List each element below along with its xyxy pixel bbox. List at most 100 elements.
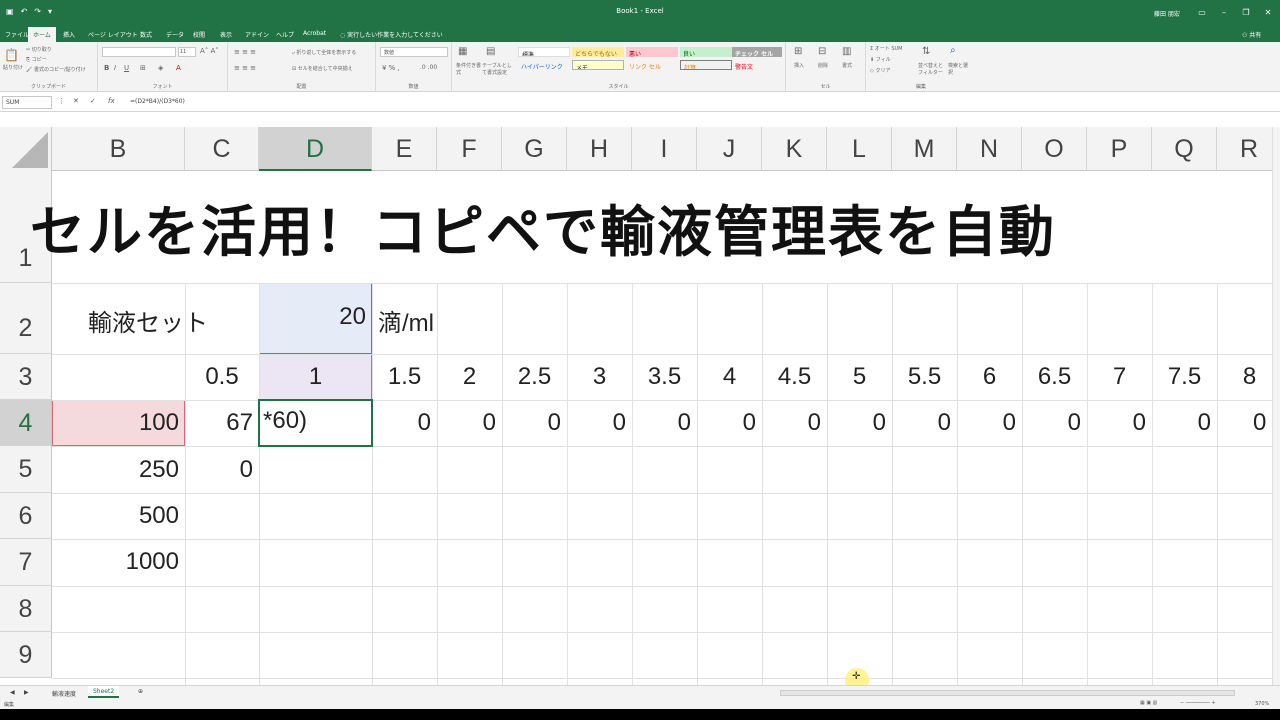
tab-formulas[interactable]: 数式 [140, 30, 152, 39]
conditional-format-button[interactable]: 条件付き書式 [456, 62, 482, 76]
decimal-icon[interactable]: .0 .00 [420, 64, 437, 71]
cell-row4[interactable]: 0 [957, 409, 1022, 437]
cell-row4[interactable]: 0 [567, 409, 632, 437]
cell-row4[interactable]: 0 [1253, 409, 1266, 437]
sheet-nav-prev-icon[interactable]: ◀ [10, 689, 15, 696]
cell-row4[interactable]: 0 [697, 409, 762, 437]
copy-button[interactable]: ⎘ コピー [26, 56, 47, 63]
clear-button[interactable]: ◇ クリア [870, 67, 890, 74]
cell-row3[interactable]: 7.5 [1152, 363, 1217, 391]
format-cells-button[interactable]: 書式 [842, 62, 852, 69]
wrap-text-button[interactable]: ⤶ 折り返して全体を表示する [292, 49, 356, 56]
underline-button[interactable]: U [124, 64, 129, 72]
format-table-icon[interactable]: ▤ [486, 46, 495, 57]
cell-row3[interactable]: 6 [957, 363, 1022, 391]
insert-cells-icon[interactable]: ⊞ [794, 46, 802, 57]
style-hyperlink[interactable]: ハイパーリンク [518, 60, 570, 70]
style-good[interactable]: 良い [680, 47, 732, 57]
cut-button[interactable]: ✂ 切り取り [26, 46, 52, 53]
borders-icon[interactable]: ⊞ [140, 64, 146, 72]
delete-cells-button[interactable]: 削除 [818, 62, 828, 69]
paste-icon[interactable]: 📋 [4, 48, 19, 62]
cell-row3[interactable]: 1.5 [372, 363, 437, 391]
italic-button[interactable]: I [114, 64, 116, 72]
delete-cells-icon[interactable]: ⊟ [818, 46, 826, 57]
ribbon-display-icon[interactable]: ▭ [1192, 8, 1212, 17]
row-header-selected[interactable]: 4 [0, 400, 52, 446]
column-header[interactable]: R [1217, 127, 1272, 171]
sheet-tab-active[interactable]: Sheet2 [88, 686, 120, 698]
autosum-button[interactable]: Σ オート SUM [870, 45, 903, 52]
style-bad[interactable]: 悪い [626, 47, 678, 57]
user-name[interactable]: 藤田 朋宏 [1154, 9, 1180, 18]
style-check-cell[interactable]: チェック セル [732, 47, 782, 57]
row-header[interactable]: 2 [0, 283, 52, 354]
cell-row3[interactable]: 3 [567, 363, 632, 391]
cancel-icon[interactable]: ✕ [73, 97, 79, 105]
cell-row3[interactable]: 4.5 [762, 363, 827, 391]
cell-b7[interactable]: 1000 [52, 548, 185, 576]
share-button[interactable]: ⚇ 共有 [1242, 30, 1261, 39]
fill-button[interactable]: ⬇ フィル [870, 56, 891, 63]
sheet-title-cell[interactable]: セルを活用！コピペで輸液管理表を自動 [30, 187, 1056, 267]
column-header[interactable]: J [697, 127, 762, 171]
format-cells-icon[interactable]: ▥ [842, 46, 851, 57]
font-color-icon[interactable]: A [176, 64, 181, 72]
cell-b5[interactable]: 250 [52, 456, 185, 484]
row-header[interactable]: 3 [0, 354, 52, 400]
sheet-nav-next-icon[interactable]: ▶ [24, 689, 29, 696]
cell-e2[interactable]: 滴/ml [378, 303, 434, 338]
column-header[interactable]: O [1022, 127, 1087, 171]
cell-c5[interactable]: 0 [185, 456, 259, 484]
select-all-button[interactable] [0, 127, 52, 171]
column-header[interactable]: I [632, 127, 697, 171]
cell-row3[interactable]: 7 [1087, 363, 1152, 391]
enter-icon[interactable]: ✓ [90, 97, 96, 105]
cell-row4[interactable]: 0 [762, 409, 827, 437]
maximize-icon[interactable]: ❐ [1236, 8, 1256, 17]
style-warning[interactable]: 警告文 [732, 60, 782, 70]
row-header[interactable]: 8 [0, 586, 52, 632]
column-header[interactable]: N [957, 127, 1022, 171]
tab-page-layout[interactable]: ページ レイアウト [88, 30, 138, 39]
tell-me-box[interactable]: ◌ 実行したい作業を入力してください [340, 30, 443, 39]
align-left-icon[interactable]: ≡ ≡ ≡ [234, 64, 256, 72]
font-name-select[interactable] [102, 47, 176, 57]
cell-row3[interactable]: 3.5 [632, 363, 697, 391]
zoom-level[interactable]: 370% [1255, 701, 1269, 707]
cell-row3[interactable]: 5 [827, 363, 892, 391]
horizontal-scrollbar[interactable] [780, 690, 1235, 696]
tab-home[interactable]: ホーム [28, 27, 56, 42]
cell-row3[interactable]: 0.5 [185, 363, 259, 391]
zoom-slider[interactable]: − ──────── + [1180, 700, 1216, 706]
paste-button[interactable]: 貼り付け [3, 64, 23, 71]
column-header[interactable]: M [892, 127, 957, 171]
vertical-scrollbar[interactable] [1272, 127, 1280, 685]
cell-row3[interactable]: 2.5 [502, 363, 567, 391]
bold-button[interactable]: B [104, 64, 109, 72]
format-table-button[interactable]: テーブルとして書式設定 [482, 62, 516, 76]
sort-filter-icon[interactable]: ⇅ [922, 46, 930, 57]
format-painter-button[interactable]: 🖌 書式のコピー/貼り付け [26, 66, 86, 73]
number-format-select[interactable]: 数値 [380, 47, 448, 57]
column-header[interactable]: H [567, 127, 632, 171]
cell-row4[interactable]: 0 [372, 409, 437, 437]
column-header[interactable]: L [827, 127, 892, 171]
cell-b4[interactable]: 100 [52, 409, 185, 437]
cell-c4[interactable]: 67 [185, 409, 259, 437]
fill-color-icon[interactable]: ◈ [158, 64, 163, 72]
column-header[interactable]: K [762, 127, 827, 171]
tab-file[interactable]: ファイル [5, 30, 29, 39]
cell-d2[interactable]: 20 [259, 303, 372, 331]
merge-center-button[interactable]: ⊟ セルを結合して中央揃え [292, 65, 353, 72]
column-header[interactable]: P [1087, 127, 1152, 171]
style-calculation[interactable]: 計算 [680, 60, 732, 70]
style-neutral[interactable]: どちらでもない [572, 47, 624, 57]
find-select-button[interactable]: 検索と選択 [948, 62, 970, 76]
tab-review[interactable]: 校閲 [193, 30, 205, 39]
insert-function-icon[interactable]: fx [108, 97, 115, 105]
column-header[interactable]: B [52, 127, 185, 171]
worksheet-grid[interactable]: B C D E F G H I J K L M N O P Q R 1 2 3 … [0, 127, 1272, 685]
cell-row4[interactable]: 0 [1152, 409, 1217, 437]
cell-row3[interactable]: 8 [1217, 363, 1272, 391]
